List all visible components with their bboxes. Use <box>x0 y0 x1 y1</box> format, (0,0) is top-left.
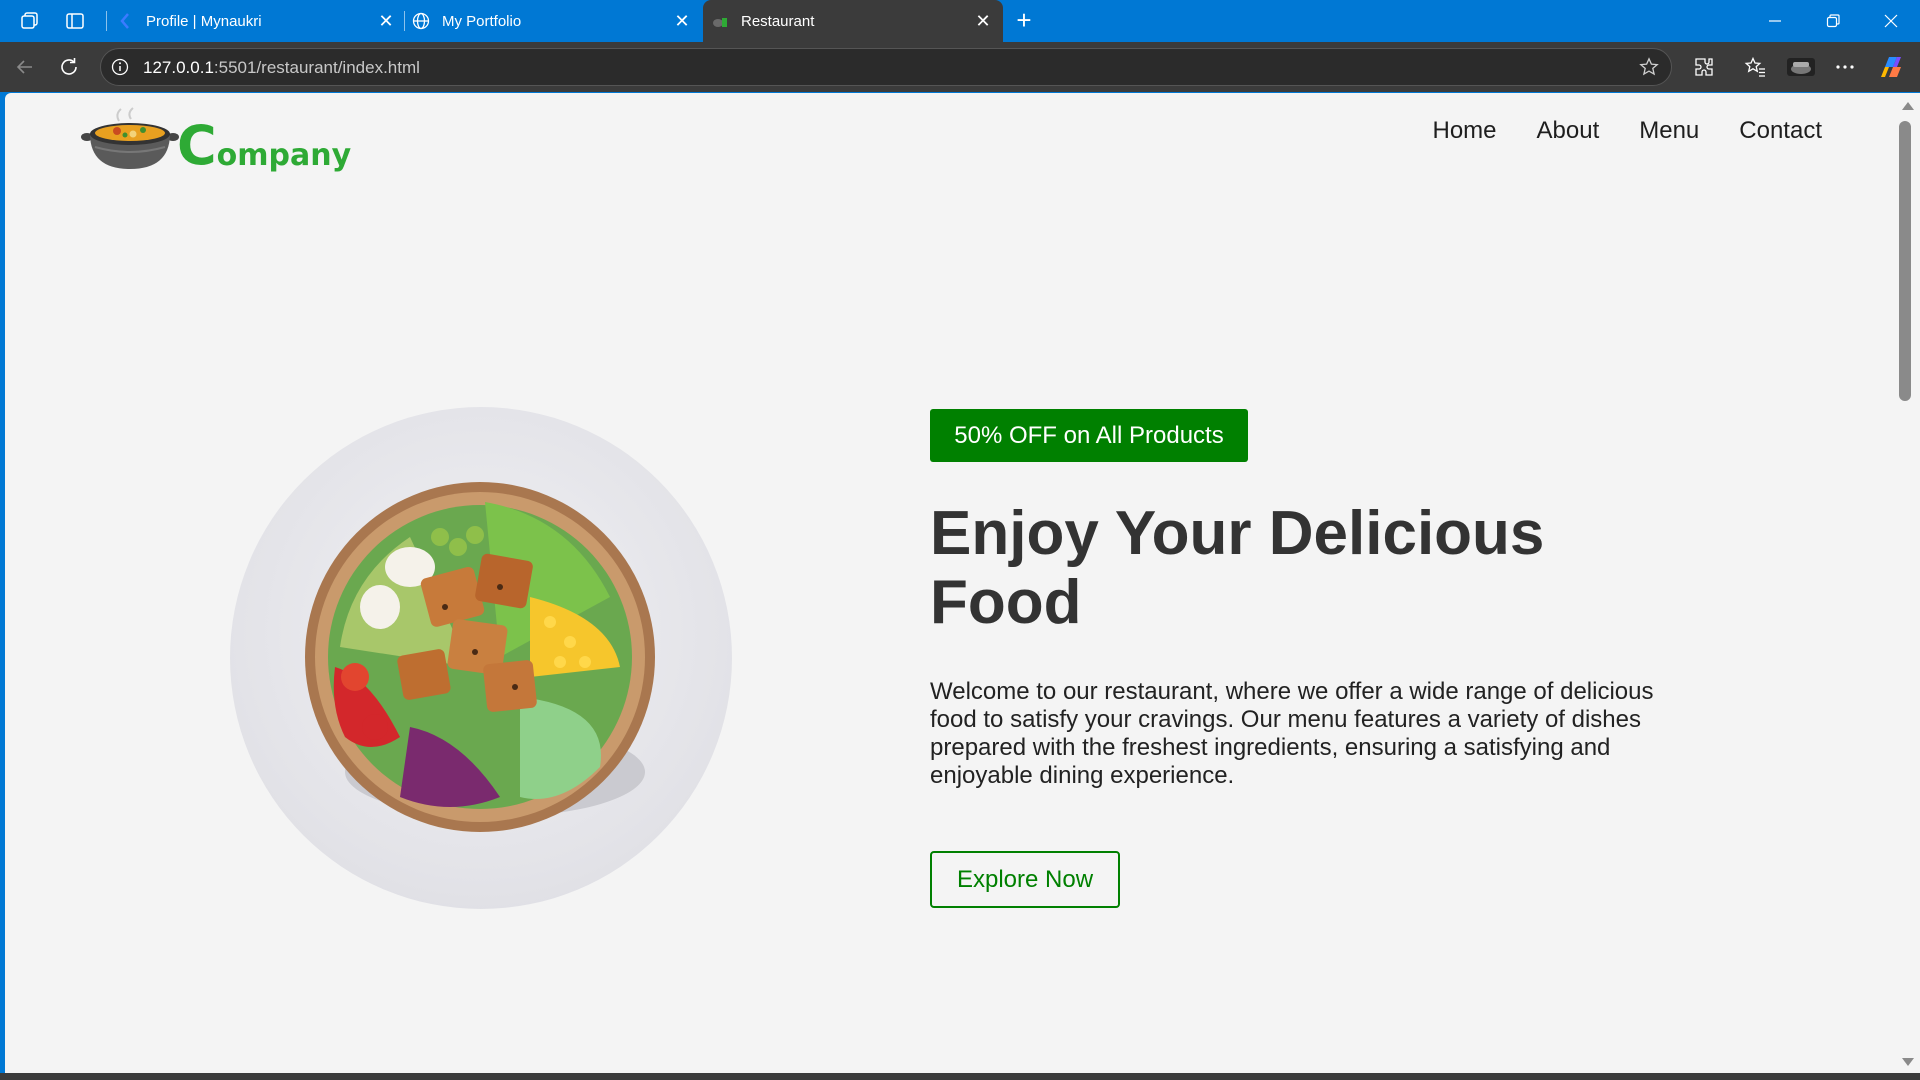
minimize-icon[interactable] <box>1746 0 1804 42</box>
extensions-icon[interactable] <box>1691 54 1717 80</box>
brand-initial: C <box>177 114 217 177</box>
new-tab-button[interactable]: + <box>1010 7 1038 35</box>
nav-home-link[interactable]: Home <box>1432 117 1496 145</box>
vertical-tabs-icon[interactable] <box>62 8 88 34</box>
tab-title: Profile | Mynaukri <box>146 12 262 30</box>
tab-separator <box>106 11 107 31</box>
url-text[interactable]: 127.0.0.1:5501/restaurant/index.html <box>143 58 420 78</box>
page-viewport: Company Home About Menu Contact 50% OFF … <box>5 93 1897 1073</box>
scroll-up-icon[interactable] <box>1902 102 1914 110</box>
cooking-pot-icon <box>81 107 179 173</box>
tab-title: Restaurant <box>741 12 815 30</box>
tab-separator <box>404 11 405 31</box>
url-host: 127.0.0.1 <box>143 58 214 77</box>
close-tab-icon[interactable]: ✕ <box>672 11 692 31</box>
tab-my-portfolio[interactable]: My Portfolio ✕ <box>412 0 702 42</box>
browser-title-bar: Profile | Mynaukri ✕ My Portfolio ✕ Rest… <box>0 0 1920 42</box>
close-window-icon[interactable] <box>1862 0 1920 42</box>
favorites-icon[interactable] <box>1742 54 1768 80</box>
more-options-icon[interactable] <box>1832 54 1858 80</box>
close-tab-icon[interactable]: ✕ <box>376 11 396 31</box>
globe-icon <box>412 12 430 30</box>
copilot-icon[interactable] <box>1880 54 1906 80</box>
address-bar[interactable]: 127.0.0.1:5501/restaurant/index.html <box>100 48 1672 86</box>
url-path: :5501/restaurant/index.html <box>213 58 420 77</box>
scrollbar-thumb[interactable] <box>1899 121 1911 401</box>
discount-badge: 50% OFF on All Products <box>930 409 1248 462</box>
brand-rest: ompany <box>216 138 352 173</box>
scroll-down-icon[interactable] <box>1902 1058 1914 1066</box>
nav-about-link[interactable]: About <box>1537 117 1600 145</box>
page-scrollbar[interactable] <box>1897 93 1920 1073</box>
company-logo[interactable]: Company <box>81 107 351 173</box>
favorite-star-icon[interactable] <box>1639 57 1659 77</box>
workspaces-icon[interactable] <box>17 8 43 34</box>
reload-icon[interactable] <box>54 52 84 82</box>
main-nav: Home About Menu Contact <box>1432 117 1822 145</box>
naukri-icon <box>116 12 134 30</box>
hero-title: Enjoy Your Delicious Food <box>930 499 1545 637</box>
salad-bowl-image <box>230 407 732 909</box>
tab-profile-mynaukri[interactable]: Profile | Mynaukri ✕ <box>116 0 406 42</box>
brand-name: Company <box>177 119 351 173</box>
restore-icon[interactable] <box>1804 0 1862 42</box>
nav-contact-link[interactable]: Contact <box>1739 117 1822 145</box>
browser-toolbar: 127.0.0.1:5501/restaurant/index.html <box>0 42 1920 92</box>
nav-menu-link[interactable]: Menu <box>1639 117 1699 145</box>
close-tab-icon[interactable]: ✕ <box>973 11 993 31</box>
window-bottom-edge <box>0 1073 1920 1080</box>
back-icon[interactable] <box>10 52 40 82</box>
explore-now-button[interactable]: Explore Now <box>930 851 1120 908</box>
hero-description: Welcome to our restaurant, where we offe… <box>930 678 1654 789</box>
restaurant-favicon <box>711 12 729 30</box>
profile-avatar[interactable] <box>1786 54 1816 80</box>
tab-restaurant[interactable]: Restaurant ✕ <box>703 0 1003 42</box>
site-info-icon[interactable] <box>111 58 129 76</box>
tab-title: My Portfolio <box>442 12 522 30</box>
